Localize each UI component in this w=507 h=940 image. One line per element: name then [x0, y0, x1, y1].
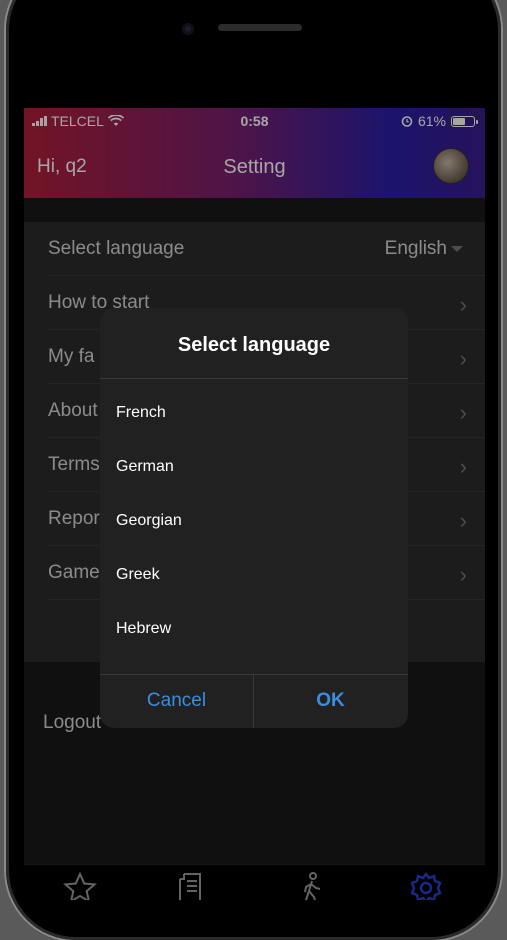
language-option[interactable]: Hebrew: [116, 620, 171, 638]
dialog-title: Select language: [177, 334, 331, 356]
language-option[interactable]: Greek: [116, 566, 160, 584]
ok-button[interactable]: OK: [254, 674, 407, 728]
screen: TELCEL 0:58 61% Hi, q2 Setting Select la…: [24, 108, 485, 900]
front-camera: [182, 23, 194, 35]
cancel-button[interactable]: Cancel: [100, 674, 253, 728]
earpiece-speaker: [218, 24, 302, 31]
language-option[interactable]: German: [116, 458, 174, 476]
language-dialog: Select language French German Georgian G…: [100, 308, 408, 728]
language-option[interactable]: Georgian: [116, 512, 182, 530]
language-option[interactable]: French: [116, 404, 166, 422]
